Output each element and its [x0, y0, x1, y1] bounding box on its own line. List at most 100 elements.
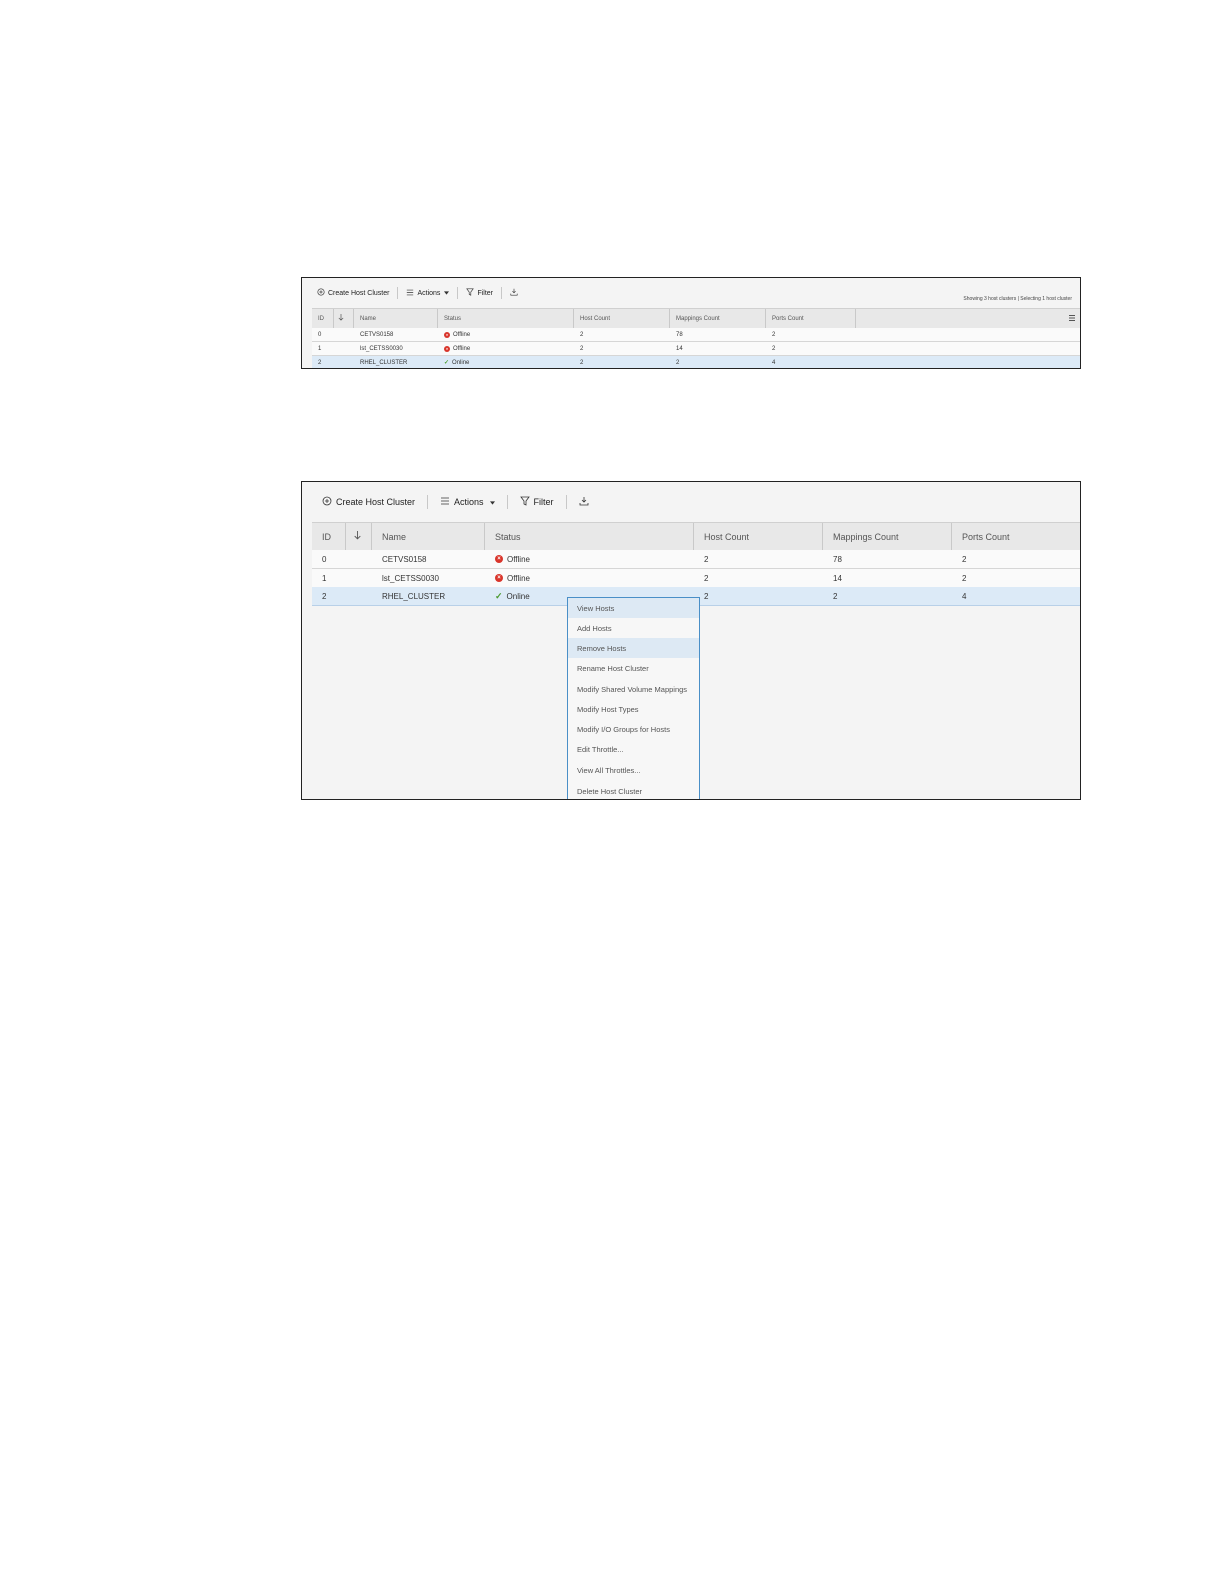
cell-mappings-count: 2 — [833, 591, 838, 601]
filter-icon — [519, 496, 530, 508]
menu-item-modify-io-groups[interactable]: Modify I/O Groups for Hosts — [568, 719, 699, 739]
row-context-menu: View Hosts Add Hosts Remove Hosts Rename… — [567, 597, 700, 799]
table-header: ID Name Status Host Count Mappings Count… — [312, 308, 1080, 329]
cell-id: 0 — [318, 331, 322, 338]
selection-summary: Showing 3 host clusters | Selecting 1 ho… — [963, 296, 1072, 302]
filter-label: Filter — [477, 289, 493, 297]
filter-icon — [466, 288, 475, 298]
cell-host-count: 2 — [704, 554, 709, 564]
list-icon — [406, 289, 414, 298]
table-row[interactable]: 1 lst_CETSS0030 × Offline 2 14 2 — [312, 342, 1080, 356]
list-icon — [440, 497, 450, 507]
column-header-id[interactable]: ID — [312, 523, 346, 550]
offline-status-icon: × — [495, 574, 503, 582]
menu-item-rename-host-cluster[interactable]: Rename Host Cluster — [568, 658, 699, 678]
sort-column-header[interactable] — [346, 523, 372, 550]
cell-status: ✓ Online — [438, 359, 574, 367]
column-settings[interactable] — [856, 309, 1080, 328]
create-host-cluster-label: Create Host Cluster — [328, 289, 390, 297]
cell-mappings-count: 2 — [676, 359, 680, 366]
export-button[interactable] — [579, 496, 589, 508]
host-clusters-panel: Create Host Cluster Actions Filter Showi… — [301, 277, 1081, 369]
menu-item-modify-host-types[interactable]: Modify Host Types — [568, 699, 699, 719]
toolbar-divider — [397, 287, 399, 299]
menu-item-remove-hosts[interactable]: Remove Hosts — [568, 638, 699, 658]
download-icon — [510, 288, 518, 298]
actions-menu-button[interactable]: Actions — [440, 497, 495, 507]
cell-id: 2 — [318, 359, 322, 366]
menu-item-delete-host-cluster[interactable]: Delete Host Cluster — [568, 781, 699, 799]
download-icon — [579, 496, 589, 508]
toolbar-divider — [457, 287, 459, 299]
cell-id: 2 — [322, 591, 327, 601]
actions-label: Actions — [454, 497, 484, 507]
cell-host-count: 2 — [704, 573, 709, 583]
export-button[interactable] — [510, 288, 518, 298]
menu-item-view-hosts[interactable]: View Hosts — [568, 598, 699, 618]
cell-name: lst_CETSS0030 — [360, 345, 403, 352]
status-text: Online — [506, 591, 530, 601]
sort-column-header[interactable] — [334, 309, 354, 328]
toolbar-divider — [506, 495, 508, 509]
cell-name: RHEL_CLUSTER — [360, 359, 408, 366]
menu-item-modify-shared-volume-mappings[interactable]: Modify Shared Volume Mappings — [568, 679, 699, 699]
toolbar-divider — [565, 495, 567, 509]
cell-ports-count: 2 — [772, 345, 776, 352]
create-host-cluster-label: Create Host Cluster — [336, 497, 416, 507]
table-row[interactable]: 1 lst_CETSS0030 × Offline 2 14 2 — [312, 569, 1080, 588]
table-row[interactable]: 0 CETVS0158 × Offline 2 78 2 — [312, 550, 1080, 569]
column-header-id[interactable]: ID — [312, 309, 334, 328]
online-check-icon: ✓ — [444, 360, 450, 366]
actions-menu-button[interactable]: Actions — [406, 289, 450, 298]
column-header-status[interactable]: Status — [485, 523, 694, 550]
cell-mappings-count: 14 — [676, 345, 683, 352]
column-header-mappings-count[interactable]: Mappings Count — [823, 523, 952, 550]
column-header-ports-count[interactable]: Ports Count — [766, 309, 856, 328]
filter-button[interactable]: Filter — [519, 496, 554, 508]
actions-label: Actions — [417, 289, 441, 297]
cell-id: 1 — [322, 573, 327, 583]
column-header-mappings-count[interactable]: Mappings Count — [670, 309, 766, 328]
menu-item-view-all-throttles[interactable]: View All Throttles... — [568, 760, 699, 780]
cell-mappings-count: 14 — [833, 573, 842, 583]
cell-status: × Offline — [438, 331, 574, 338]
cell-mappings-count: 78 — [833, 554, 842, 564]
column-settings-icon — [1069, 314, 1075, 323]
cell-ports-count: 4 — [772, 359, 776, 366]
arrow-down-icon — [354, 531, 361, 542]
table-header: ID Name Status Host Count Mappings Count… — [312, 522, 1080, 551]
column-header-name[interactable]: Name — [354, 309, 438, 328]
table-row-selected[interactable]: 2 RHEL_CLUSTER ✓ Online 2 2 4 — [312, 356, 1080, 368]
table-row[interactable]: 0 CETVS0158 × Offline 2 78 2 — [312, 328, 1080, 342]
toolbar-divider — [501, 287, 502, 299]
cell-ports-count: 2 — [962, 554, 967, 564]
caret-down-icon — [444, 290, 450, 297]
cell-ports-count: 2 — [962, 573, 967, 583]
plus-circle-icon — [322, 496, 332, 508]
create-host-cluster-button[interactable]: Create Host Cluster — [322, 496, 415, 508]
cell-status: × Offline — [485, 574, 694, 583]
toolbar-divider — [427, 495, 429, 509]
column-header-host-count[interactable]: Host Count — [694, 523, 823, 550]
column-header-ports-count[interactable]: Ports Count — [952, 523, 1080, 550]
cell-ports-count: 4 — [962, 591, 967, 601]
cell-mappings-count: 78 — [676, 331, 683, 338]
cell-host-count: 2 — [704, 591, 709, 601]
arrow-down-icon — [338, 314, 344, 323]
menu-item-add-hosts[interactable]: Add Hosts — [568, 618, 699, 638]
filter-button[interactable]: Filter — [466, 288, 493, 298]
status-text: Offline — [507, 573, 530, 583]
column-header-host-count[interactable]: Host Count — [574, 309, 670, 328]
offline-status-icon: × — [444, 331, 450, 338]
filter-label: Filter — [533, 497, 554, 507]
toolbar: Create Host Cluster Actions Filter — [302, 278, 1080, 308]
online-check-icon: ✓ — [495, 590, 503, 601]
cell-name: CETVS0158 — [382, 554, 427, 564]
cell-host-count: 2 — [580, 345, 584, 352]
menu-item-edit-throttle[interactable]: Edit Throttle... — [568, 739, 699, 759]
create-host-cluster-button[interactable]: Create Host Cluster — [317, 288, 389, 298]
status-text: Offline — [453, 345, 471, 352]
plus-circle-icon — [317, 288, 325, 298]
column-header-name[interactable]: Name — [372, 523, 485, 550]
column-header-status[interactable]: Status — [438, 309, 574, 328]
